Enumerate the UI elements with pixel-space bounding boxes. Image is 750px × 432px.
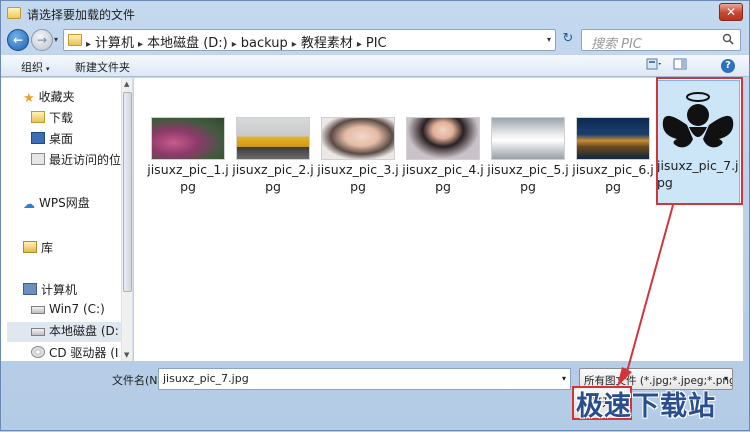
file-item[interactable]: jisuxz_pic_4.jpg bbox=[401, 110, 485, 194]
file-name: jisuxz_pic_1.jpg bbox=[147, 162, 229, 194]
dialog-title: 请选择要加载的文件 bbox=[27, 8, 136, 22]
file-open-dialog: 请选择要加载的文件 ✕ ← → ▾ ▸ 计算机 ▸ 本地磁盘 (D:) ▸ backup ▸… bbox=[0, 0, 750, 431]
image-thumbnail bbox=[406, 117, 480, 160]
image-thumbnail bbox=[321, 117, 395, 160]
library-icon bbox=[23, 241, 37, 253]
scrollbar-thumb[interactable] bbox=[123, 92, 132, 292]
sidebar-item-label: 计算机 bbox=[41, 283, 78, 297]
refresh-button[interactable]: ↻ bbox=[559, 30, 577, 50]
sidebar-item-cd[interactable]: CD 驱动器 (I bbox=[31, 344, 118, 361]
close-button[interactable]: ✕ bbox=[719, 3, 743, 21]
chevron-down-icon: ▾ bbox=[46, 65, 50, 73]
breadcrumb-separator[interactable]: ▸ bbox=[86, 39, 91, 50]
title-bar: 请选择要加载的文件 ✕ bbox=[1, 1, 749, 27]
search-input[interactable]: 搜索 PIC bbox=[581, 29, 741, 52]
recent-places-icon bbox=[31, 153, 45, 165]
file-list: jisuxz_pic_1.jpg jisuxz_pic_2.jpg jisuxz… bbox=[134, 78, 743, 361]
image-thumbnail bbox=[151, 117, 225, 160]
search-icon bbox=[722, 33, 734, 45]
image-thumbnail bbox=[491, 117, 565, 160]
sidebar-item-label: 最近访问的位 bbox=[49, 153, 122, 167]
help-icon[interactable]: ? bbox=[721, 59, 735, 73]
address-row: ← → ▾ ▸ 计算机 ▸ 本地磁盘 (D:) ▸ backup ▸ 教程素材 ▸ PIC ▾ ↻… bbox=[1, 27, 749, 53]
search-placeholder: 搜索 PIC bbox=[591, 37, 642, 52]
sidebar-item-recent[interactable]: 最近访问的位 bbox=[31, 151, 121, 171]
sidebar-item-local-d[interactable]: 本地磁盘 (D: bbox=[7, 322, 121, 342]
sidebar-item-label: Win7 (C:) bbox=[49, 302, 105, 316]
breadcrumb-separator[interactable]: ▸ bbox=[138, 39, 143, 50]
image-thumbnail bbox=[576, 117, 650, 160]
sidebar-item-label: 库 bbox=[41, 241, 54, 255]
computer-icon bbox=[23, 283, 37, 295]
cd-drive-icon bbox=[31, 346, 45, 358]
cloud-icon: ☁ bbox=[23, 197, 35, 211]
organize-menu[interactable]: 组织 ▾ bbox=[21, 59, 50, 75]
address-dropdown-icon[interactable]: ▾ bbox=[547, 35, 551, 44]
organize-label: 组织 bbox=[21, 61, 43, 74]
dialog-icon bbox=[7, 7, 21, 19]
sidebar-item-computer[interactable]: 计算机 bbox=[23, 281, 77, 301]
view-options-icon[interactable] bbox=[645, 58, 663, 74]
file-item[interactable]: jisuxz_pic_5.jpg bbox=[486, 110, 570, 194]
breadcrumb-pic[interactable]: PIC bbox=[366, 36, 387, 51]
sidebar-item-library[interactable]: 库 bbox=[23, 239, 53, 259]
sidebar-item-win7[interactable]: Win7 (C:) bbox=[31, 302, 105, 322]
file-name: jisuxz_pic_2.jpg bbox=[232, 162, 314, 194]
dialog-footer: 文件名(N): jisuxz_pic_7.jpg ▾ 所有图文件 (*.jpg;… bbox=[1, 362, 749, 430]
file-name: jisuxz_pic_6.jpg bbox=[572, 162, 654, 194]
file-name: jisuxz_pic_4.jpg bbox=[402, 162, 484, 194]
sidebar-item-label: CD 驱动器 (I bbox=[49, 346, 119, 360]
watermark-logo: 极速下载站 bbox=[576, 391, 716, 422]
command-bar: 组织 ▾ 新建文件夹 ? bbox=[1, 54, 749, 77]
breadcrumb-separator[interactable]: ▸ bbox=[357, 39, 362, 50]
navigation-pane: ★ 收藏夹 下载 桌面 最近访问的位 ☁ WPS网盘 库 计算机 Win7 (C:)… bbox=[1, 78, 133, 361]
sidebar-item-wps[interactable]: ☁ WPS网盘 bbox=[23, 194, 90, 214]
chevron-down-icon[interactable]: ▾ bbox=[562, 374, 566, 383]
drive-icon bbox=[31, 328, 45, 336]
breadcrumb-backup[interactable]: backup bbox=[241, 36, 288, 51]
breadcrumb: ▸ 计算机 ▸ 本地磁盘 (D:) ▸ backup ▸ 教程素材 ▸ PIC bbox=[86, 32, 391, 51]
forward-button[interactable]: → bbox=[31, 29, 53, 51]
sidebar-item-label: 本地磁盘 (D: bbox=[49, 324, 119, 338]
image-thumbnail bbox=[236, 117, 310, 160]
file-item[interactable]: jisuxz_pic_3.jpg bbox=[316, 110, 400, 194]
sidebar-item-label: 下载 bbox=[49, 111, 74, 125]
file-name: jisuxz_pic_5.jpg bbox=[487, 162, 569, 194]
sidebar-item-label: WPS网盘 bbox=[39, 196, 90, 210]
breadcrumb-separator[interactable]: ▸ bbox=[232, 39, 237, 50]
back-button[interactable]: ← bbox=[7, 29, 29, 51]
breadcrumb-local-disk[interactable]: 本地磁盘 (D:) bbox=[147, 36, 228, 51]
desktop-icon bbox=[31, 132, 45, 144]
scroll-down-arrow-icon[interactable]: ▼ bbox=[124, 351, 129, 359]
sidebar-scrollbar[interactable]: ▲ ▼ bbox=[121, 78, 132, 361]
breadcrumb-separator[interactable]: ▸ bbox=[292, 39, 297, 50]
breadcrumb-computer[interactable]: 计算机 bbox=[95, 36, 134, 51]
recent-locations-dropdown[interactable]: ▾ bbox=[54, 35, 58, 44]
sidebar-item-label: 桌面 bbox=[49, 132, 74, 146]
chevron-down-icon: ▾ bbox=[723, 374, 728, 383]
scroll-up-arrow-icon[interactable]: ▲ bbox=[124, 80, 129, 88]
filename-value: jisuxz_pic_7.jpg bbox=[163, 372, 249, 385]
new-folder-button[interactable]: 新建文件夹 bbox=[75, 59, 130, 75]
download-folder-icon bbox=[31, 111, 45, 123]
star-icon: ★ bbox=[23, 91, 35, 106]
sidebar-item-favorites[interactable]: ★ 收藏夹 bbox=[23, 88, 75, 108]
sidebar-item-desktop[interactable]: 桌面 bbox=[31, 130, 73, 150]
filename-input[interactable]: jisuxz_pic_7.jpg ▾ bbox=[158, 368, 571, 390]
drive-icon bbox=[31, 306, 45, 314]
highlight-box bbox=[656, 77, 743, 205]
file-item[interactable]: jisuxz_pic_2.jpg bbox=[231, 110, 315, 194]
sidebar-item-download[interactable]: 下载 bbox=[31, 109, 73, 129]
sidebar-item-label: 收藏夹 bbox=[38, 90, 75, 104]
folder-icon bbox=[68, 34, 82, 46]
address-bar[interactable]: ▸ 计算机 ▸ 本地磁盘 (D:) ▸ backup ▸ 教程素材 ▸ PIC ▾ bbox=[63, 29, 556, 51]
file-item[interactable]: jisuxz_pic_1.jpg bbox=[146, 110, 230, 194]
file-item[interactable]: jisuxz_pic_6.jpg bbox=[571, 110, 655, 194]
breadcrumb-tutorial[interactable]: 教程素材 bbox=[301, 36, 353, 51]
preview-pane-icon[interactable] bbox=[671, 58, 689, 74]
file-name: jisuxz_pic_3.jpg bbox=[317, 162, 399, 194]
